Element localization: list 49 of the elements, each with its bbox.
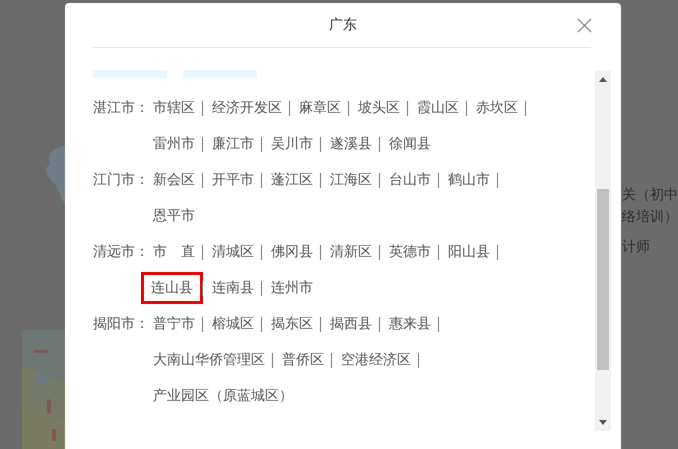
district-link[interactable]: 普侨区 [282,351,324,369]
district-link[interactable]: 吴川市 [271,135,313,153]
district-link[interactable]: 新会区 [153,171,195,189]
district-link[interactable]: 大南山华侨管理区 [153,351,265,369]
close-icon[interactable] [577,18,592,33]
district-link[interactable]: 连山县 [141,272,203,304]
district-link[interactable]: 台山市 [389,171,431,189]
background-text: 络培训） [622,208,678,226]
district-link[interactable]: 连南县 [212,279,254,297]
dialog-title: 广东 [329,16,357,34]
district-link[interactable]: 开平市 [212,171,254,189]
district-link[interactable]: 连州市 [271,279,313,297]
district-link[interactable]: 经济开发区 [212,99,282,117]
district-link[interactable]: 廉江市 [212,135,254,153]
city-label: 湛江市： [93,99,150,118]
district-link[interactable]: 坡头区 [358,99,400,117]
district-link[interactable]: 蓬江区 [271,171,313,189]
district-link[interactable]: 麻章区 [299,99,341,117]
district-link[interactable]: 遂溪县 [330,135,372,153]
district-link[interactable]: 榕城区 [212,315,254,333]
district-link[interactable]: 普宁市 [153,315,195,333]
district-link[interactable]: 鹤山市 [448,171,490,189]
district-link[interactable]: 空港经济区 [341,351,411,369]
district-link[interactable]: 英德市 [389,243,431,261]
district-link[interactable]: 揭东区 [271,315,313,333]
scroll-up-icon[interactable] [599,77,607,82]
district-link[interactable]: 江海区 [330,171,372,189]
district-link[interactable]: 市辖区 [153,99,195,117]
district-link[interactable]: 赤坎区 [476,99,518,117]
district-link[interactable]: 恩平市 [153,207,195,225]
scrollbar[interactable] [595,71,611,431]
district-link[interactable]: 揭西县 [330,315,372,333]
district-link[interactable]: 佛冈县 [271,243,313,261]
background-text: 计师 [622,238,651,256]
district-link[interactable]: 霞山区 [417,99,459,117]
district-link[interactable]: 清新区 [330,243,372,261]
background-text: 关（初中 [622,186,678,204]
city-label: 清远市： [93,243,150,262]
district-link[interactable]: 阳山县 [448,243,490,261]
scrollbar-thumb[interactable] [597,189,609,370]
district-link[interactable]: 清城区 [212,243,254,261]
district-link[interactable]: 产业园区（原蓝城区） [153,387,293,405]
city-label: 揭阳市： [93,315,150,334]
district-link[interactable]: 惠来县 [389,315,431,333]
city-label: 江门市： [93,171,150,190]
scroll-down-icon[interactable] [599,420,607,425]
district-link[interactable]: 雷州市 [153,135,195,153]
district-link[interactable]: 徐闻县 [389,135,431,153]
district-link[interactable]: 市 直 [153,243,195,261]
